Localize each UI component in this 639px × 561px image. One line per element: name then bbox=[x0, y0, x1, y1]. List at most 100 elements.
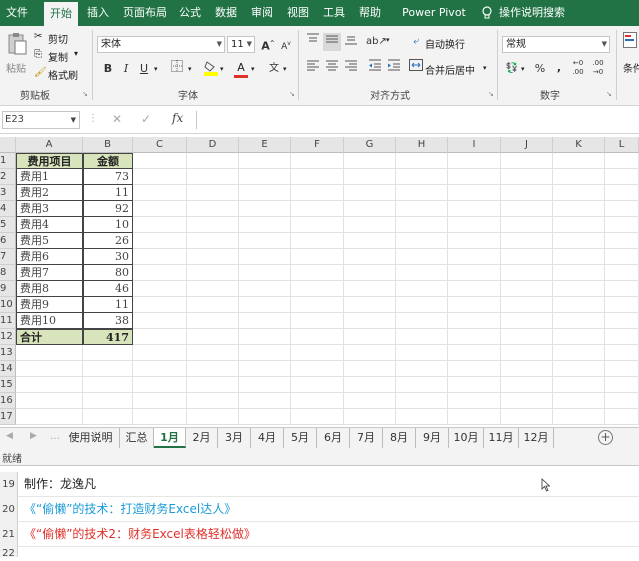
grid-cell[interactable] bbox=[448, 201, 501, 217]
grid-cell[interactable] bbox=[501, 361, 553, 377]
table-row-name[interactable]: 费用4 bbox=[16, 217, 83, 233]
wrap-text-button[interactable]: 自动换行 bbox=[425, 36, 465, 51]
grid-cell[interactable] bbox=[133, 265, 187, 281]
row-header[interactable]: 14 bbox=[0, 361, 16, 377]
grid-cell[interactable] bbox=[344, 233, 396, 249]
grid-cell[interactable] bbox=[133, 233, 187, 249]
grid-cell[interactable] bbox=[291, 233, 344, 249]
add-sheet-icon[interactable]: + bbox=[598, 430, 613, 445]
grid-cell[interactable] bbox=[448, 185, 501, 201]
grid-cell[interactable] bbox=[553, 377, 605, 393]
sheet-tab[interactable]: 汇总 bbox=[120, 428, 154, 448]
grid-cell[interactable] bbox=[448, 233, 501, 249]
tab-page-layout[interactable]: 页面布局 bbox=[118, 0, 172, 26]
sheet-tab[interactable]: 1月 bbox=[154, 428, 186, 448]
italic-button[interactable]: I bbox=[117, 60, 135, 78]
fill-color-dropdown-icon[interactable]: ▾ bbox=[220, 65, 224, 73]
total-value[interactable]: 417 bbox=[83, 329, 133, 345]
borders-icon[interactable] bbox=[168, 60, 186, 78]
grid-cell[interactable] bbox=[187, 185, 239, 201]
increase-indent-icon[interactable] bbox=[385, 59, 403, 77]
grid-cell[interactable] bbox=[605, 249, 639, 265]
grid-cell[interactable] bbox=[344, 153, 396, 169]
grid-cell[interactable] bbox=[448, 313, 501, 329]
grid-cell[interactable] bbox=[239, 217, 291, 233]
copy-button[interactable]: 复制 bbox=[48, 49, 68, 64]
grid-cell[interactable] bbox=[605, 169, 639, 185]
grid-cell[interactable] bbox=[291, 281, 344, 297]
grid-cell[interactable] bbox=[83, 409, 133, 425]
grid-cell[interactable] bbox=[448, 249, 501, 265]
tab-help[interactable]: 帮助 bbox=[354, 0, 386, 26]
align-middle-icon[interactable] bbox=[323, 33, 341, 51]
grid-cell[interactable] bbox=[553, 185, 605, 201]
grid-cell[interactable] bbox=[448, 297, 501, 313]
grid-cell[interactable] bbox=[16, 361, 83, 377]
column-header[interactable]: H bbox=[396, 137, 448, 153]
row-header[interactable]: 2 bbox=[0, 169, 16, 185]
grid-cell[interactable] bbox=[344, 393, 396, 409]
comma-button[interactable]: , bbox=[550, 59, 568, 77]
grid-cell[interactable] bbox=[133, 201, 187, 217]
grid-cell[interactable] bbox=[605, 265, 639, 281]
column-header[interactable]: E bbox=[239, 137, 291, 153]
row-header[interactable]: 10 bbox=[0, 297, 16, 313]
grid-cell[interactable] bbox=[501, 249, 553, 265]
grid-cell[interactable] bbox=[553, 297, 605, 313]
grid-cell[interactable] bbox=[501, 169, 553, 185]
grid-cell[interactable] bbox=[291, 329, 344, 345]
grid-cell[interactable] bbox=[344, 377, 396, 393]
formula-input[interactable] bbox=[196, 111, 639, 129]
table-row-value[interactable]: 26 bbox=[83, 233, 133, 249]
clipboard-launcher-icon[interactable]: ↘ bbox=[82, 90, 88, 98]
grid-cell[interactable] bbox=[396, 201, 448, 217]
grid-cell[interactable] bbox=[133, 329, 187, 345]
grid-cell[interactable] bbox=[553, 217, 605, 233]
grid-cell[interactable] bbox=[553, 329, 605, 345]
sheet-tab[interactable]: 3月 bbox=[218, 428, 251, 448]
grid-cell[interactable] bbox=[605, 217, 639, 233]
grid-cell[interactable] bbox=[239, 169, 291, 185]
grid-cell[interactable] bbox=[187, 281, 239, 297]
insert-function-icon[interactable]: fx bbox=[172, 111, 183, 125]
grid-cell[interactable] bbox=[553, 201, 605, 217]
table-row-value[interactable]: 38 bbox=[83, 313, 133, 329]
grid-cell[interactable] bbox=[133, 409, 187, 425]
table-row-name[interactable]: 费用3 bbox=[16, 201, 83, 217]
table-row-value[interactable]: 10 bbox=[83, 217, 133, 233]
align-center-icon[interactable] bbox=[323, 59, 341, 77]
grid-cell[interactable] bbox=[187, 409, 239, 425]
grid-cell[interactable] bbox=[501, 313, 553, 329]
grid-cell[interactable] bbox=[291, 377, 344, 393]
grid-cell[interactable] bbox=[291, 153, 344, 169]
cut-button[interactable]: 剪切 bbox=[48, 31, 68, 46]
grid-cell[interactable] bbox=[16, 377, 83, 393]
grid-cell[interactable] bbox=[187, 233, 239, 249]
grid-cell[interactable] bbox=[344, 329, 396, 345]
grid-cell[interactable] bbox=[448, 345, 501, 361]
table-row-name[interactable]: 费用6 bbox=[16, 249, 83, 265]
grid-cell[interactable] bbox=[605, 377, 639, 393]
grid-cell[interactable] bbox=[239, 281, 291, 297]
grid-cell[interactable] bbox=[448, 217, 501, 233]
phonetic-button[interactable]: 文 bbox=[265, 60, 283, 78]
grid-cell[interactable] bbox=[553, 313, 605, 329]
column-header[interactable]: K bbox=[553, 137, 605, 153]
paste-button[interactable]: 粘贴 bbox=[6, 60, 26, 75]
align-bottom-icon[interactable] bbox=[342, 33, 360, 51]
table-row-value[interactable]: 11 bbox=[83, 297, 133, 313]
font-name-select[interactable]: 宋体 ▼ bbox=[97, 36, 225, 53]
grid-cell[interactable] bbox=[291, 265, 344, 281]
enter-icon[interactable]: ✓ bbox=[141, 112, 151, 126]
grid-cell[interactable] bbox=[239, 201, 291, 217]
table-row-value[interactable]: 46 bbox=[83, 281, 133, 297]
sheet-tab[interactable]: 2月 bbox=[186, 428, 218, 448]
grid-cell[interactable] bbox=[448, 409, 501, 425]
column-header[interactable]: D bbox=[187, 137, 239, 153]
grid-cell[interactable] bbox=[553, 233, 605, 249]
grid-cell[interactable] bbox=[187, 393, 239, 409]
grid-cell[interactable] bbox=[344, 361, 396, 377]
row-header[interactable]: 1 bbox=[0, 153, 16, 169]
tab-data[interactable]: 数据 bbox=[210, 0, 242, 26]
merge-center-button[interactable]: 合并后居中 bbox=[425, 62, 475, 77]
